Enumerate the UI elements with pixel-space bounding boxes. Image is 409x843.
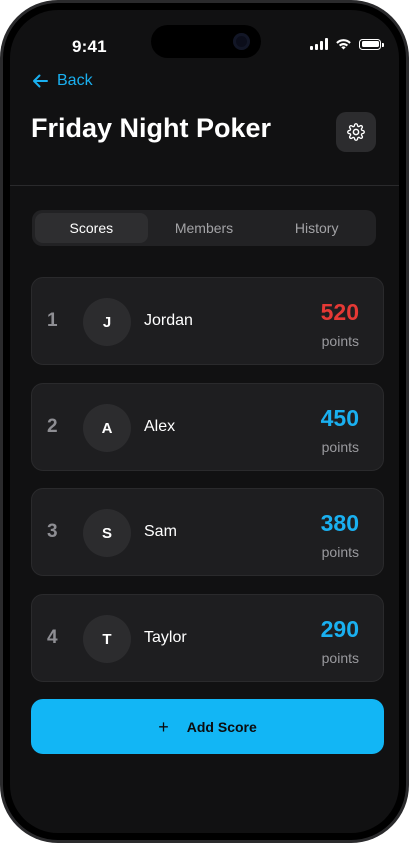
page-title: Friday Night Poker (31, 113, 272, 143)
status-icons (310, 38, 384, 50)
leaderboard-row-3[interactable]: 3 S Sam 380 points (31, 488, 384, 576)
rank-number: 2 (47, 416, 58, 437)
leaderboard-row-4[interactable]: 4 T Taylor 290 points (31, 594, 384, 682)
settings-button[interactable] (336, 112, 376, 152)
phone-bezel: 9:41 Back Friday Night Poker Scores Memb… (3, 3, 406, 840)
player-name: Taylor (144, 629, 187, 646)
score-value: 520 (320, 299, 359, 325)
status-time: 9:41 (72, 37, 107, 56)
player-name: Jordan (144, 312, 193, 329)
points-label: points (321, 439, 359, 455)
header-divider (10, 185, 399, 186)
segmented-tabs: Scores Members History (32, 210, 376, 246)
add-score-button[interactable]: + Add Score (31, 699, 384, 754)
avatar: T (83, 615, 131, 663)
player-name: Sam (144, 523, 177, 540)
wifi-icon (336, 39, 351, 50)
leaderboard-row-1[interactable]: 1 J Jordan 520 points (31, 277, 384, 365)
player-name: Alex (144, 418, 176, 435)
score-value: 450 (320, 405, 359, 431)
screen: 9:41 Back Friday Night Poker Scores Memb… (10, 10, 399, 833)
leaderboard-row-2[interactable]: 2 A Alex 450 points (31, 383, 384, 471)
plus-icon: + (158, 716, 169, 737)
score-value: 290 (320, 616, 359, 642)
rank-number: 1 (47, 310, 58, 331)
points-label: points (321, 650, 359, 666)
arrow-left-icon (33, 74, 48, 88)
back-label: Back (57, 72, 93, 89)
tab-members[interactable]: Members (148, 213, 261, 243)
dynamic-island (151, 25, 261, 58)
battery-icon (359, 38, 384, 50)
camera-icon (233, 33, 250, 50)
avatar: A (83, 404, 131, 452)
points-label: points (321, 333, 359, 349)
add-score-label: Add Score (186, 718, 257, 735)
cellular-signal-icon (310, 38, 328, 50)
points-label: points (321, 544, 359, 560)
rank-number: 3 (47, 521, 58, 542)
avatar: S (83, 509, 131, 557)
back-button[interactable]: Back (32, 72, 93, 90)
rank-number: 4 (47, 627, 58, 648)
phone-frame: 9:41 Back Friday Night Poker Scores Memb… (0, 0, 409, 843)
gear-icon (347, 123, 365, 141)
score-value: 380 (320, 510, 359, 536)
avatar: J (83, 298, 131, 346)
tab-scores[interactable]: Scores (35, 213, 148, 243)
tab-history[interactable]: History (260, 213, 373, 243)
